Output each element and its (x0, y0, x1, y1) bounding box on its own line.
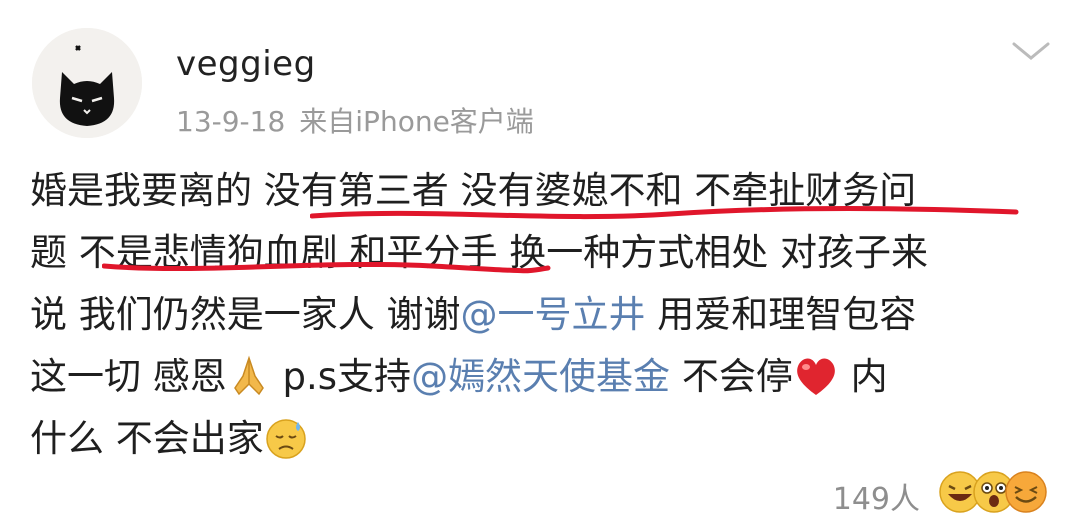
post-text: 不会停 (670, 355, 793, 398)
post-body: 婚是我要离的 没有第三者 没有婆媳不和 不牵扯财务问 题 不是悲情狗血剧 和平分… (30, 160, 1060, 470)
downcast-sweat-icon (264, 416, 308, 460)
post-text: 说 我们仍然是一家人 谢谢 (30, 293, 461, 336)
post-text: 用爱和理智包容 (645, 293, 917, 336)
post-text: p.s支持 (270, 355, 412, 398)
post-date: 13-9-18 (176, 105, 286, 138)
post-line-2: 题 不是悲情狗血剧 和平分手 换一种方式相处 对孩子来 (30, 222, 1060, 284)
likes-count[interactable]: 149人 (833, 474, 920, 518)
avatar[interactable] (32, 28, 142, 138)
post-text-underlined: 没有第三者 没有婆媳不和 不牵扯财务问 (263, 169, 917, 212)
black-cat-avatar-icon (32, 28, 142, 138)
post-meta: 13-9-18 来自iPhone客户端 (176, 100, 534, 140)
post-line-1: 婚是我要离的 没有第三者 没有婆媳不和 不牵扯财务问 (30, 160, 1060, 222)
post-line-4: 这一切 感恩 p.s支持@嫣然天使基金 不会停 内 (30, 346, 1060, 408)
post-text: 题 (30, 231, 79, 274)
post-text: 婚是我要离的 (30, 169, 264, 212)
post-line-5: 什么 不会出家 (30, 408, 1060, 470)
post-source: 来自iPhone客户端 (299, 105, 534, 138)
post-text: 换一种方式相处 对孩子来 (497, 231, 929, 274)
post-text: 什么 不会出家 (30, 417, 264, 460)
post-text: 内 (838, 355, 888, 398)
reaction-emojis[interactable] (938, 470, 1048, 514)
mention-link[interactable]: @嫣然天使基金 (411, 355, 670, 398)
username[interactable]: veggieg (176, 44, 316, 84)
grinning-squint-emoji-icon (1004, 470, 1048, 518)
red-heart-icon (793, 355, 839, 397)
post-line-3: 说 我们仍然是一家人 谢谢@一号立井 用爱和理智包容 (30, 284, 1060, 346)
chevron-down-icon[interactable] (1008, 36, 1054, 66)
post-text: 这一切 感恩 (30, 355, 227, 398)
praying-hands-icon (227, 354, 271, 398)
mention-link[interactable]: @一号立井 (461, 293, 646, 336)
post-text-underlined: 不是悲情狗血剧 和平分手 (78, 231, 498, 274)
